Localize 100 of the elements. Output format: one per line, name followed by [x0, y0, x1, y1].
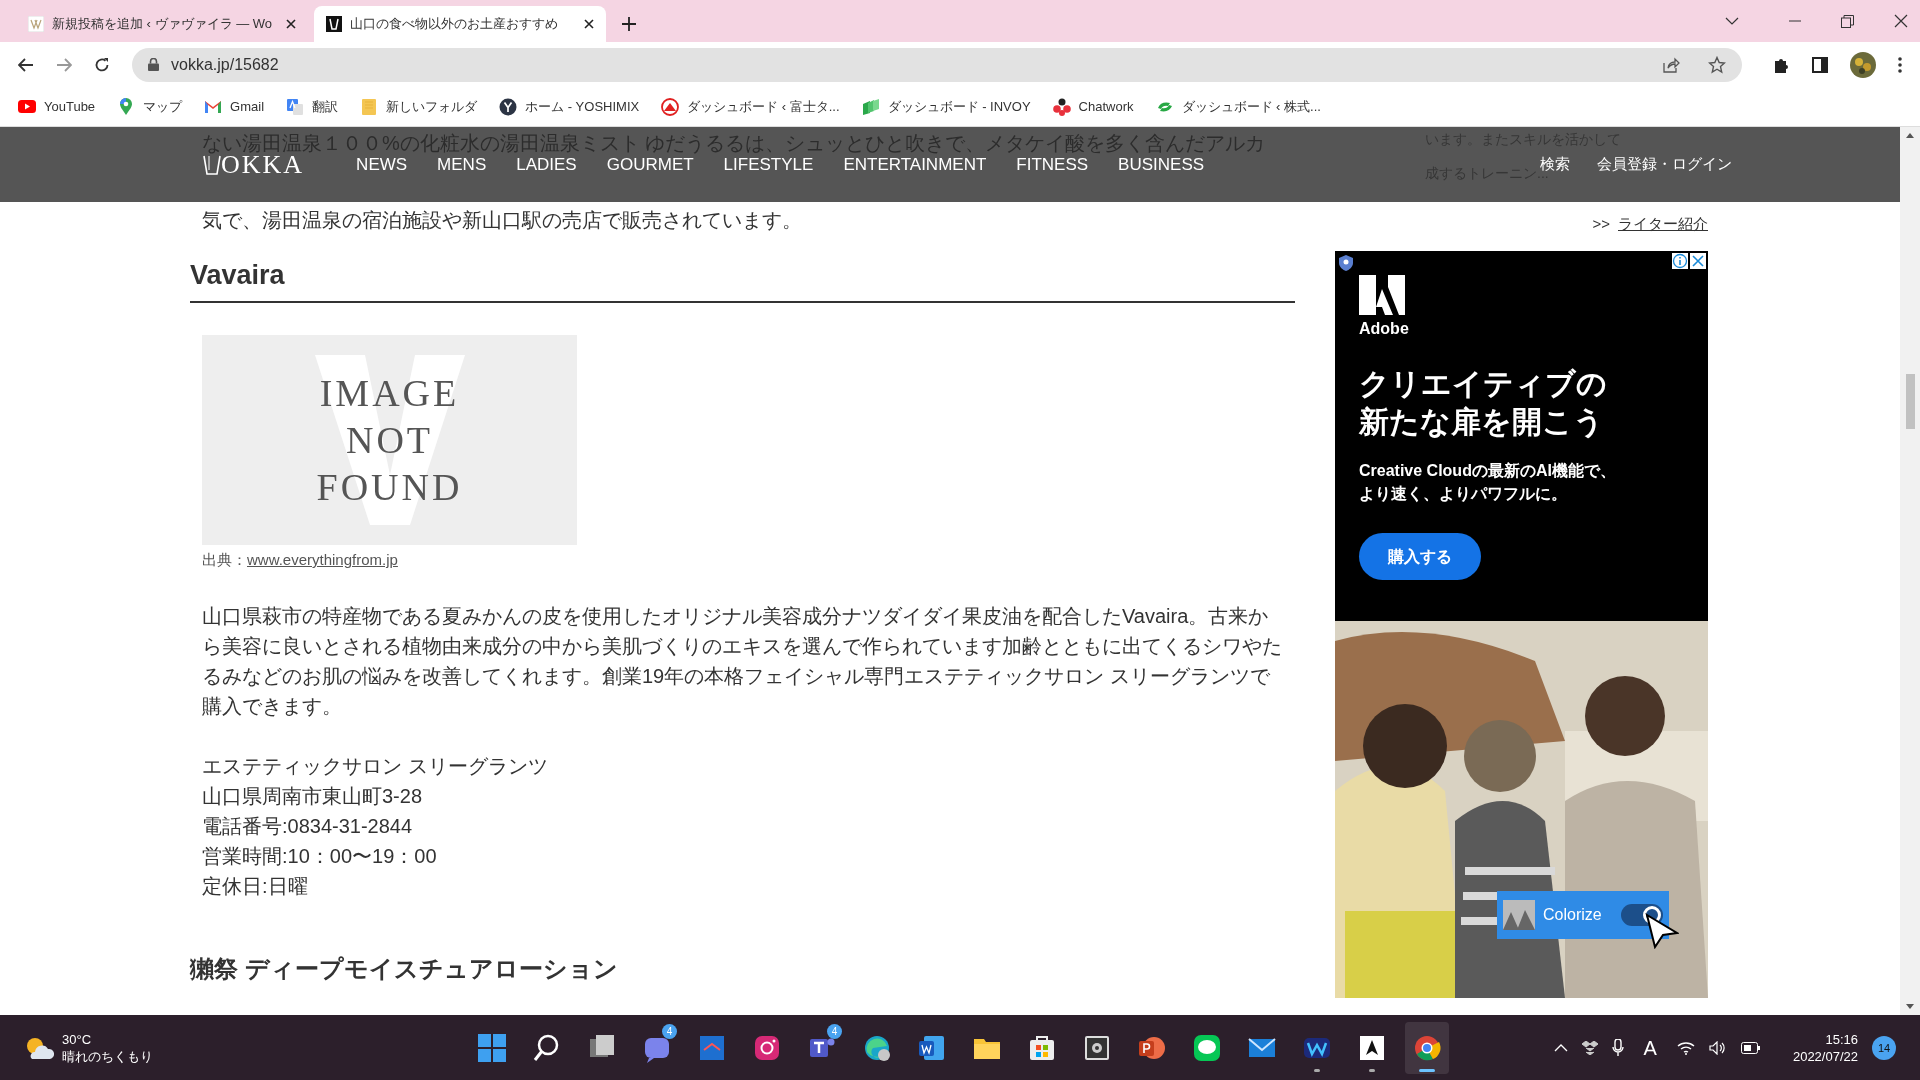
- bookmark-link[interactable]: 翻訳: [286, 96, 339, 117]
- cursor-icon: [1645, 913, 1679, 949]
- temperature-text: 30°C: [62, 1030, 93, 1048]
- translate-icon: [286, 97, 305, 116]
- scroll-up-icon[interactable]: [1906, 133, 1914, 138]
- taskbar-button[interactable]: [1405, 1021, 1449, 1074]
- source-label: 出典：: [202, 550, 247, 570]
- link-prefix: >>: [1592, 213, 1610, 234]
- url-text: vokka.jp/15682: [171, 54, 280, 75]
- site-logo[interactable]: OKKA: [221, 145, 305, 184]
- site-logo-icon: [28, 16, 44, 32]
- detail-line: 定休日:日曜: [202, 874, 309, 899]
- ad-headline: クリエイティブの: [1359, 366, 1608, 402]
- placeholder-text: FOUND: [316, 464, 463, 510]
- bookmark-link[interactable]: ダッシュボード ‹ 株式...: [1155, 96, 1321, 117]
- buy-button[interactable]: 購入する: [1359, 533, 1481, 580]
- detail-line: 電話番号:0834-31-2844: [202, 814, 414, 839]
- nav-link[interactable]: GOURMET: [606, 151, 694, 178]
- wifi-icon[interactable]: [1676, 1040, 1695, 1055]
- star-icon[interactable]: [1708, 55, 1726, 74]
- nav-link[interactable]: BUSINESS: [1118, 151, 1205, 178]
- article-text: 気で、湯田温泉の宿泊施設や新山口駅の売店で販売されています。: [202, 208, 803, 233]
- input-mode-indicator[interactable]: A: [1643, 1032, 1657, 1063]
- section-heading: 獺祭 ディープモイスチュアローション: [190, 954, 619, 984]
- back-icon[interactable]: [18, 57, 34, 72]
- ad-text: Creative Cloudの最新のAI機能で、: [1359, 461, 1617, 481]
- letter-y-icon: [499, 97, 518, 116]
- tab-title: 新規投稿を追加 ‹ ヴァヴァイラ — Wo: [52, 15, 274, 34]
- tab-title: 山口の食べ物以外のお土産おすすめ: [350, 15, 559, 34]
- site-logo-icon: [326, 16, 342, 32]
- bookmark-link[interactable]: Gmail: [204, 96, 265, 117]
- brand-name: Adobe: [1359, 319, 1410, 339]
- scroll-down-icon[interactable]: [1906, 1004, 1914, 1009]
- battery-icon[interactable]: [1740, 1041, 1761, 1054]
- nav-link[interactable]: NEWS: [356, 151, 408, 178]
- detail-line: エステティックサロン スリーグランツ: [202, 754, 549, 779]
- weather-widget[interactable]: 30°C 晴れのちくもり: [24, 1030, 324, 1065]
- stack-icon: [861, 97, 880, 116]
- restore-icon[interactable]: [1841, 14, 1854, 28]
- article-paragraph: 山口県萩市の特産物である夏みかんの皮を使用したオリジナル美容成分ナツダイダイ果皮油を配合したVavaira。古来から美容に良いとされる植物由来成分の中から美肌づくりのエキスを選んで作られています加齢とともに出てくるシワやたるみなどのお肌の悩みを改善してくれます。創業19年の本格フェイシャル専門エステティックサロン スリーグランツで購入できます。: [202, 604, 1283, 719]
- box-icon[interactable]: [1581, 1040, 1598, 1055]
- close-icon[interactable]: [1894, 14, 1908, 28]
- detail-line: 山口県周南市東山町3-28: [202, 784, 424, 809]
- close-icon[interactable]: [286, 19, 296, 29]
- date-text: 2022/07/22: [1792, 1047, 1858, 1065]
- nav-link[interactable]: LADIES: [516, 151, 577, 178]
- weather-text: 晴れのちくもり: [62, 1047, 153, 1065]
- folder-icon: [360, 97, 379, 116]
- bookmark-link[interactable]: ダッシュボード - INVOY: [861, 96, 1031, 117]
- new-tab-icon[interactable]: [622, 17, 636, 31]
- toggle-label: Colorize: [1543, 905, 1602, 925]
- logo-icon: [1359, 275, 1405, 315]
- shield-icon[interactable]: [1339, 255, 1353, 271]
- placeholder-text: NOT: [345, 417, 434, 463]
- info-icon[interactable]: [1672, 253, 1688, 269]
- lock-icon: [148, 58, 159, 71]
- logo-icon[interactable]: [203, 154, 221, 175]
- thumbnail-icon: [1503, 900, 1535, 930]
- mountain-icon: [661, 97, 680, 116]
- browser-tab[interactable]: 山口の食べ物以外のお土産おすすめ: [314, 6, 606, 42]
- nav-link[interactable]: FITNESS: [1016, 151, 1089, 178]
- section-heading: Vavaira: [190, 255, 1295, 303]
- scrollbar-thumb[interactable]: [1905, 373, 1915, 429]
- notification-count[interactable]: 14: [1872, 1035, 1896, 1060]
- browser-tab[interactable]: 新規投稿を追加 ‹ ヴァヴァイラ — Wo: [16, 6, 308, 42]
- close-icon[interactable]: [584, 19, 594, 29]
- reload-icon[interactable]: [94, 56, 110, 73]
- bookmark-link[interactable]: マップ: [117, 96, 183, 117]
- bookmark-link[interactable]: ダッシュボード ‹ 富士タ...: [661, 96, 840, 117]
- bookmark-link[interactable]: YouTube: [18, 96, 96, 117]
- address-bar[interactable]: vokka.jp/15682: [132, 47, 1742, 82]
- time-text: 15:16: [1825, 1030, 1858, 1048]
- nav-link[interactable]: ENTERTAINMENT: [843, 151, 987, 178]
- notification-badge: 4: [662, 1023, 677, 1039]
- bookmark-link[interactable]: ホーム - YOSHIMIX: [499, 96, 640, 117]
- volume-icon[interactable]: [1708, 1040, 1727, 1055]
- login-link[interactable]: 会員登録・ログイン: [1597, 153, 1732, 176]
- flower-icon: [1052, 97, 1071, 116]
- detail-line: 営業時間:10：00〜19：00: [202, 844, 438, 869]
- notification-badge: 4: [827, 1023, 842, 1039]
- bookmark-link[interactable]: Chatwork: [1052, 96, 1134, 117]
- side-panel-icon[interactable]: [1812, 56, 1828, 73]
- share-icon[interactable]: [1662, 56, 1680, 73]
- microphone-icon[interactable]: [1611, 1038, 1624, 1057]
- nav-link[interactable]: MENS: [437, 151, 487, 178]
- video-icon: [18, 97, 36, 116]
- nav-link[interactable]: LIFESTYLE: [723, 151, 814, 178]
- ad-headline: 新たな扉を開こう: [1359, 404, 1605, 440]
- profile-avatar-icon[interactable]: [1850, 51, 1876, 78]
- clock[interactable]: 15:16 2022/07/22: [1792, 1030, 1858, 1065]
- placeholder-text: IMAGE: [319, 370, 460, 416]
- menu-icon[interactable]: [1898, 56, 1902, 73]
- dropdown-icon[interactable]: [1725, 17, 1739, 25]
- chevron-up-icon[interactable]: [1553, 1043, 1568, 1052]
- ad-text: より速く、よりパワフルに。: [1359, 484, 1568, 504]
- colorize-toggle[interactable]: Colorize: [1497, 891, 1669, 939]
- writer-link[interactable]: ライター紹介: [1618, 212, 1708, 236]
- forward-icon[interactable]: [56, 57, 72, 72]
- bookmark-link[interactable]: 新しいフォルダ: [360, 96, 478, 117]
- source-link[interactable]: www.everythingfrom.jp: [247, 549, 398, 571]
